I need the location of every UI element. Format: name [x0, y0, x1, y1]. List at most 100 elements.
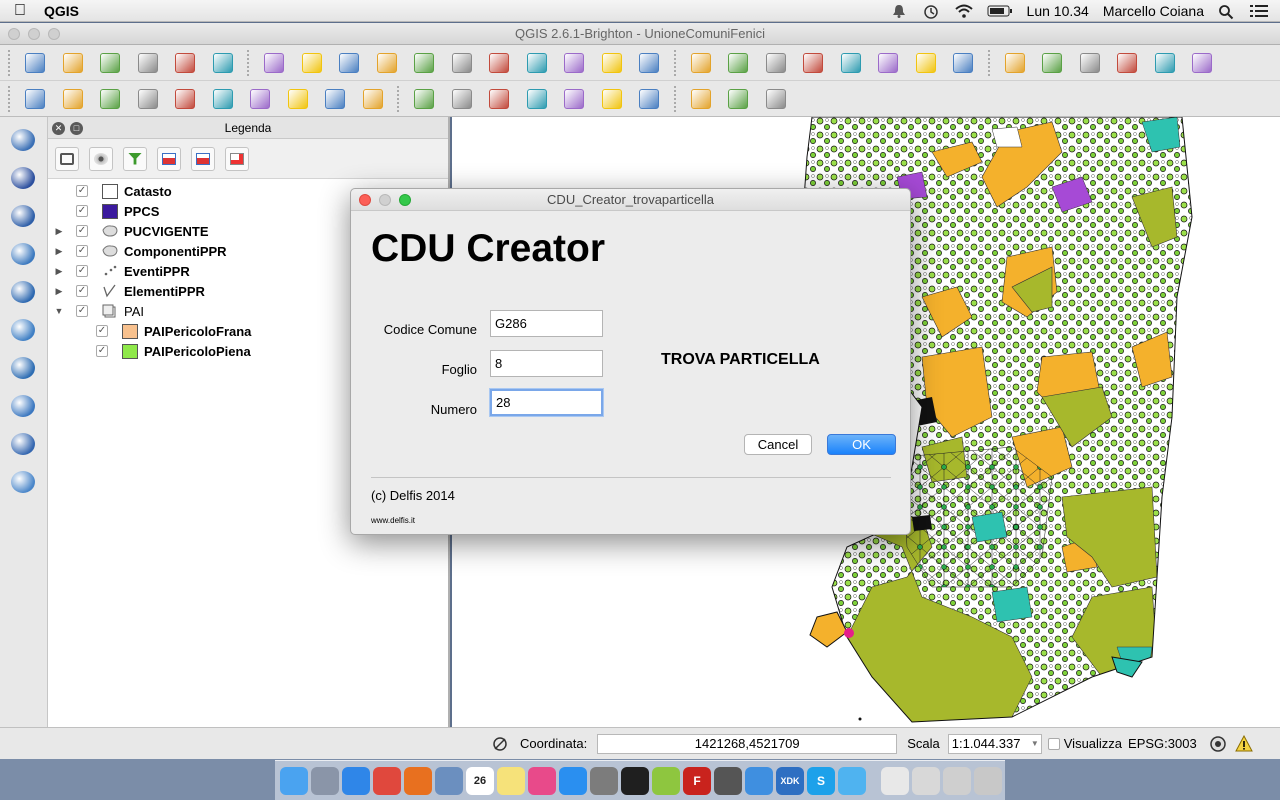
deselect-button[interactable]: [798, 49, 828, 77]
add-wfs-layer-button[interactable]: [8, 391, 38, 421]
calendar-dock-icon[interactable]: 26: [466, 766, 494, 795]
zoom-next-button[interactable]: [597, 49, 627, 77]
expand-arrow-icon[interactable]: ▶: [54, 286, 64, 297]
apple-icon[interactable]: : [0, 2, 40, 20]
save-edits-button[interactable]: [95, 85, 125, 113]
app-name[interactable]: QGIS: [44, 3, 79, 19]
coordinate-field[interactable]: 1421268,4521709: [597, 733, 898, 754]
add-mssql-layer-button[interactable]: [8, 277, 38, 307]
label-button[interactable]: [409, 85, 439, 113]
paste-features-button[interactable]: [358, 85, 388, 113]
codice-comune-input[interactable]: [490, 310, 603, 337]
dialog-zoom-button[interactable]: [399, 194, 411, 206]
dialog-close-button[interactable]: [359, 194, 371, 206]
node-tool-button[interactable]: [208, 85, 238, 113]
intel-xdk-dock-icon[interactable]: XDK: [776, 766, 804, 795]
layer-visibility-checkbox[interactable]: ✓: [76, 305, 88, 317]
itunes-dock-icon[interactable]: [528, 766, 556, 795]
layer-visibility-checkbox[interactable]: ✓: [76, 185, 88, 197]
documents-dock-icon[interactable]: [881, 766, 909, 795]
layer-visibility-checkbox[interactable]: ✓: [96, 325, 108, 337]
close-panel-icon[interactable]: ✕: [52, 122, 65, 135]
whats-this-button[interactable]: [1187, 49, 1217, 77]
layer-visibility-checkbox[interactable]: ✓: [76, 205, 88, 217]
pan-button[interactable]: [259, 49, 289, 77]
expand-arrow-icon[interactable]: ▶: [54, 226, 64, 237]
help-button[interactable]: [1150, 49, 1180, 77]
add-wms-layer-button[interactable]: [8, 315, 38, 345]
toolbar-grip[interactable]: [8, 85, 14, 112]
composer-manager-button[interactable]: [208, 49, 238, 77]
expand-all-icon[interactable]: [157, 146, 181, 171]
map-tips-button[interactable]: [1000, 49, 1030, 77]
zoom-full-button[interactable]: [447, 49, 477, 77]
layer-visibility-checkbox[interactable]: ✓: [76, 265, 88, 277]
crs-globe-icon[interactable]: [1209, 735, 1227, 753]
add-raster-layer-button[interactable]: [8, 163, 38, 193]
show-bookmarks-button[interactable]: [1075, 49, 1105, 77]
zoom-to-layer-button[interactable]: [522, 49, 552, 77]
collapse-all-icon[interactable]: [191, 146, 215, 171]
messages-warning-icon[interactable]: [1234, 734, 1253, 753]
toggle-editing-button[interactable]: [58, 85, 88, 113]
delete-selected-button[interactable]: [245, 85, 275, 113]
cancel-button[interactable]: Cancel: [744, 434, 812, 455]
new-project-button[interactable]: [20, 49, 50, 77]
battery-icon[interactable]: [987, 4, 1013, 18]
window-zoom-button[interactable]: [48, 28, 60, 40]
notification-center-icon[interactable]: [1250, 4, 1268, 18]
finder-dock-icon[interactable]: [280, 766, 308, 795]
website-link[interactable]: www.delfis.it: [371, 516, 415, 525]
add-delimited-text-button[interactable]: [8, 429, 38, 459]
toolbar-grip[interactable]: [673, 49, 680, 76]
wifi-icon[interactable]: [954, 4, 973, 18]
add-vector-layer-button[interactable]: [8, 125, 38, 155]
launchpad-dock-icon[interactable]: [311, 766, 339, 795]
add-group-icon[interactable]: [55, 146, 79, 171]
crs-status[interactable]: EPSG:3003: [1128, 736, 1197, 751]
toolbar-grip[interactable]: [987, 49, 994, 76]
pin-labels-button[interactable]: [447, 85, 477, 113]
foglio-input[interactable]: [490, 350, 603, 377]
change-label-button[interactable]: [634, 85, 664, 113]
zoom-last-button[interactable]: [559, 49, 589, 77]
dialog-minimize-button[interactable]: [379, 194, 391, 206]
zoom-to-selection-button[interactable]: [484, 49, 514, 77]
zoom-in-button[interactable]: [334, 49, 364, 77]
filezilla-dock-icon[interactable]: F: [683, 766, 711, 795]
identify-button[interactable]: [686, 49, 716, 77]
mail-dock-icon[interactable]: [912, 766, 940, 795]
toolbar-grip[interactable]: [673, 85, 680, 112]
new-bookmark-button[interactable]: [1037, 49, 1067, 77]
numero-input[interactable]: [490, 389, 603, 416]
menubar-user[interactable]: Marcello Coiana: [1103, 3, 1204, 19]
chevron-down-icon[interactable]: ▼: [1031, 735, 1039, 753]
manage-visibility-icon[interactable]: [89, 146, 113, 171]
window-minimize-button[interactable]: [28, 28, 40, 40]
show-hide-labels-button[interactable]: [522, 85, 552, 113]
float-panel-icon[interactable]: □: [70, 122, 83, 135]
add-wcs-layer-button[interactable]: [8, 353, 38, 383]
render-checkbox[interactable]: [1047, 737, 1060, 750]
move-feature-button[interactable]: [170, 85, 200, 113]
expand-arrow-icon[interactable]: ▶: [54, 266, 64, 277]
expression-select-button[interactable]: [836, 49, 866, 77]
preview-dock-icon[interactable]: [435, 766, 463, 795]
toolbar-grip[interactable]: [397, 85, 403, 112]
github-dock-icon[interactable]: [714, 766, 742, 795]
menubar-clock[interactable]: Lun 10.34: [1027, 3, 1089, 19]
copy-features-button[interactable]: [320, 85, 350, 113]
chrome-dock-icon[interactable]: [373, 766, 401, 795]
firefox-dock-icon[interactable]: [404, 766, 432, 795]
layer-visibility-checkbox[interactable]: ✓: [96, 345, 108, 357]
notes-dock-icon[interactable]: [497, 766, 525, 795]
spotlight-icon[interactable]: [1218, 4, 1236, 19]
trova-particella-button[interactable]: TROVA PARTICELLA: [661, 351, 820, 369]
system-preferences-dock-icon[interactable]: [590, 766, 618, 795]
add-spatialite-layer-button[interactable]: [8, 239, 38, 269]
xcode-dock-icon[interactable]: [745, 766, 773, 795]
search-button[interactable]: [723, 85, 753, 113]
window-close-button[interactable]: [8, 28, 20, 40]
pan-to-selection-button[interactable]: [297, 49, 327, 77]
skype-dock-icon[interactable]: S: [807, 766, 835, 795]
